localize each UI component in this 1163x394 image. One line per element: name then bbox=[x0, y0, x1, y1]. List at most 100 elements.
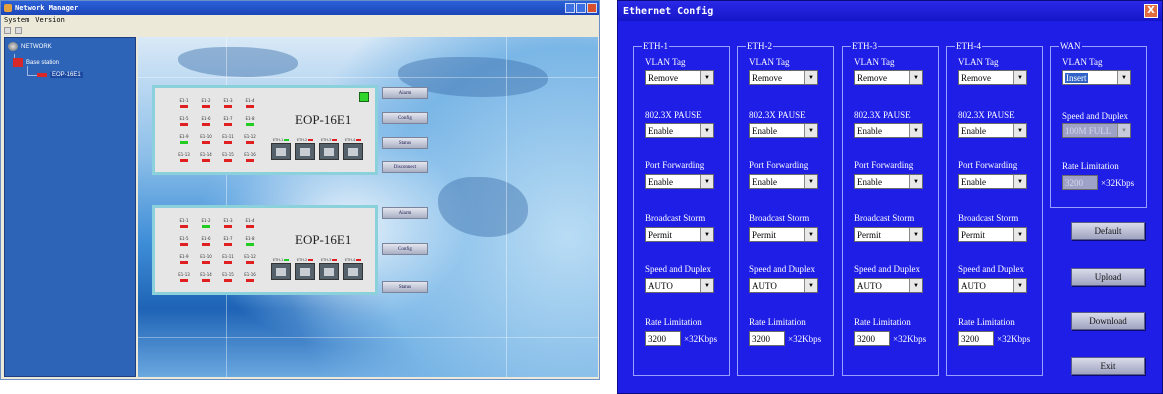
upload-button[interactable]: Upload bbox=[1071, 268, 1145, 286]
speed-duplex-select[interactable]: 100M FULL ▼ bbox=[1062, 123, 1131, 138]
rate-limitation-input[interactable]: 3200 bbox=[854, 331, 890, 346]
duplex-select[interactable]: AUTO ▼ bbox=[645, 278, 714, 293]
exit-button[interactable]: Exit bbox=[1071, 357, 1145, 375]
eth-port-led bbox=[284, 139, 290, 141]
eth-port[interactable]: ETH-2 bbox=[295, 258, 315, 280]
e1-port-label: E1-8 bbox=[245, 116, 255, 121]
rate-limitation-row: 3200 ×32Kbps bbox=[1062, 175, 1134, 190]
vlan-tag-select[interactable]: Insert ▼ bbox=[1062, 70, 1131, 85]
rate-limitation-input[interactable]: 3200 bbox=[749, 331, 785, 346]
duplex-value: AUTO bbox=[648, 280, 673, 291]
toolbar-refresh-icon[interactable] bbox=[15, 26, 22, 34]
forwarding-select[interactable]: Enable ▼ bbox=[958, 174, 1027, 189]
eth-port[interactable]: ETH-1 bbox=[271, 138, 291, 160]
device-panel-2[interactable]: E1-1 E1-2 E1-3 E1-4 E1-5 E1-6 E1-7 E1-8 E1-9 E1-1… bbox=[152, 205, 378, 295]
e1-port-label: E1-1 bbox=[179, 98, 189, 103]
pause-select[interactable]: Enable ▼ bbox=[958, 123, 1027, 138]
e1-port-led bbox=[180, 123, 188, 126]
vlan-tag-select[interactable]: Remove ▼ bbox=[749, 70, 818, 85]
storm-select[interactable]: Permit ▼ bbox=[958, 227, 1027, 242]
storm-select[interactable]: Permit ▼ bbox=[854, 227, 923, 242]
e1-port: E1-3 bbox=[217, 98, 239, 111]
storm-value: Permit bbox=[961, 229, 985, 240]
eth-port[interactable]: ETH-1 bbox=[271, 258, 291, 280]
rate-unit: ×32Kbps bbox=[997, 333, 1031, 344]
toolbar-connect-icon[interactable] bbox=[4, 26, 11, 34]
vlan-tag-select[interactable]: Remove ▼ bbox=[854, 70, 923, 85]
eth-port-label: ETH-4 bbox=[344, 258, 356, 262]
pause-value: Enable bbox=[648, 125, 673, 136]
menu-system[interactable]: System bbox=[4, 16, 29, 24]
pause-select[interactable]: Enable ▼ bbox=[749, 123, 818, 138]
pause-select[interactable]: Enable ▼ bbox=[645, 123, 714, 138]
device-panel-1[interactable]: E1-1 E1-2 E1-3 E1-4 E1-5 E1-6 E1-7 E1-8 E1-9 E1-1… bbox=[152, 85, 378, 175]
rate-limitation-label: Rate Limitation bbox=[854, 317, 911, 327]
config-button-2[interactable]: Config bbox=[382, 243, 428, 255]
storm-select[interactable]: Permit ▼ bbox=[749, 227, 818, 242]
chevron-down-icon: ▼ bbox=[1013, 228, 1026, 241]
e1-port: E1-13 bbox=[173, 272, 195, 285]
e1-port: E1-13 bbox=[173, 152, 195, 165]
ethernet-config-window: Ethernet Config X ETH-1 VLAN Tag Remove ▼ 80… bbox=[617, 0, 1163, 394]
vlan-tag-select[interactable]: Remove ▼ bbox=[958, 70, 1027, 85]
forwarding-select[interactable]: Enable ▼ bbox=[645, 174, 714, 189]
eth-port-label-wrap: ETH-1 bbox=[273, 138, 290, 142]
tree-station-label: Base station bbox=[26, 59, 60, 66]
forwarding-select[interactable]: Enable ▼ bbox=[749, 174, 818, 189]
e1-port-label: E1-5 bbox=[179, 236, 189, 241]
eth-port[interactable]: ETH-3 bbox=[319, 138, 339, 160]
duplex-label: Speed and Duplex bbox=[958, 264, 1024, 274]
duplex-select[interactable]: AUTO ▼ bbox=[854, 278, 923, 293]
window-controls bbox=[565, 3, 597, 13]
e1-port-led bbox=[246, 225, 254, 228]
duplex-select[interactable]: AUTO ▼ bbox=[749, 278, 818, 293]
e1-port-led bbox=[202, 105, 210, 108]
eth-port[interactable]: ETH-2 bbox=[295, 138, 315, 160]
storm-value: Permit bbox=[857, 229, 881, 240]
rate-limitation-label: Rate Limitation bbox=[1062, 161, 1119, 171]
forwarding-value: Enable bbox=[857, 176, 882, 187]
eth-port[interactable]: ETH-3 bbox=[319, 258, 339, 280]
minimize-icon[interactable] bbox=[565, 3, 575, 13]
chevron-down-icon: ▼ bbox=[804, 175, 817, 188]
device-icon bbox=[37, 73, 47, 77]
rate-limitation-input[interactable]: 3200 bbox=[1062, 175, 1098, 190]
status-button-2[interactable]: Status bbox=[382, 281, 428, 293]
download-button[interactable]: Download bbox=[1071, 312, 1145, 330]
config-button-1[interactable]: Config bbox=[382, 112, 428, 124]
eth-port[interactable]: ETH-4 bbox=[343, 138, 363, 160]
close-icon[interactable] bbox=[587, 3, 597, 13]
forwarding-select[interactable]: Enable ▼ bbox=[854, 174, 923, 189]
alarm-button-2[interactable]: Alarm bbox=[382, 207, 428, 219]
tree-node-station[interactable]: Base station bbox=[13, 58, 59, 67]
rj45-jack-icon bbox=[295, 143, 315, 160]
e1-port-led bbox=[180, 279, 188, 282]
e1-port-led bbox=[224, 261, 232, 264]
tree-node-network[interactable]: NETWORK bbox=[8, 42, 52, 51]
tree-node-device[interactable]: EOP-16E1 bbox=[37, 72, 83, 78]
e1-port: E1-9 bbox=[173, 134, 195, 147]
rj45-jack-icon bbox=[319, 263, 339, 280]
storm-select[interactable]: Permit ▼ bbox=[645, 227, 714, 242]
eth-port[interactable]: ETH-4 bbox=[343, 258, 363, 280]
disconnect-button-1[interactable]: Disconnect bbox=[382, 161, 428, 173]
rate-limitation-input[interactable]: 3200 bbox=[958, 331, 994, 346]
e1-port: E1-14 bbox=[195, 152, 217, 165]
close-button[interactable]: X bbox=[1144, 4, 1158, 18]
rj45-jack-icon bbox=[271, 143, 291, 160]
menu-version[interactable]: Version bbox=[35, 16, 65, 24]
maximize-icon[interactable] bbox=[576, 3, 586, 13]
eth-port-led bbox=[332, 259, 338, 261]
duplex-select[interactable]: AUTO ▼ bbox=[958, 278, 1027, 293]
eth-group-4: ETH-4 VLAN Tag Remove ▼ 802.3X PAUSE Enable ▼ P… bbox=[946, 41, 1043, 376]
pause-select[interactable]: Enable ▼ bbox=[854, 123, 923, 138]
vlan-tag-select[interactable]: Remove ▼ bbox=[645, 70, 714, 85]
eth-port-label-wrap: ETH-3 bbox=[321, 138, 338, 142]
eth-group-3: ETH-3 VLAN Tag Remove ▼ 802.3X PAUSE Enable ▼ P… bbox=[842, 41, 939, 376]
rate-limitation-input[interactable]: 3200 bbox=[645, 331, 681, 346]
status-button-1[interactable]: Status bbox=[382, 137, 428, 149]
alarm-button-1[interactable]: Alarm bbox=[382, 87, 428, 99]
ec-title: Ethernet Config bbox=[623, 5, 714, 17]
default-button[interactable]: Default bbox=[1071, 222, 1145, 240]
vlan-tag-value: Remove bbox=[961, 72, 991, 83]
